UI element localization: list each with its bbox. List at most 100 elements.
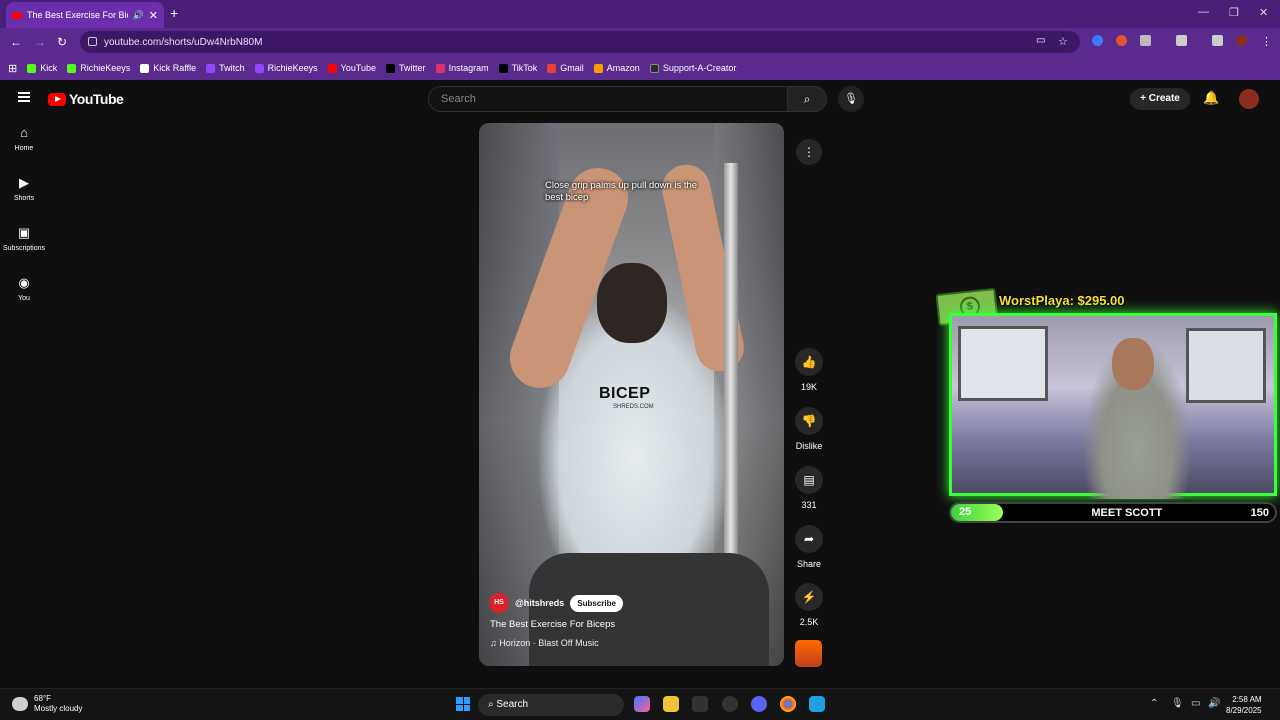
extension-icon[interactable] xyxy=(1116,35,1127,46)
shorts-icon: ▶ xyxy=(19,175,29,190)
channel-handle[interactable]: @hitshreds xyxy=(515,598,564,608)
sidebar-item-subscriptions[interactable]: ▣ Subscriptions xyxy=(0,225,48,275)
voice-search-button[interactable]: 🎙 xyxy=(838,86,864,112)
account-avatar[interactable] xyxy=(1239,89,1259,109)
tray-overflow-icon[interactable]: ⌃ xyxy=(1150,698,1158,709)
bookmark-item[interactable]: Twitch xyxy=(206,63,245,73)
dislike-button[interactable]: 👎 Dislike xyxy=(788,407,830,451)
remix-button[interactable]: ⚡ 2.5K xyxy=(788,583,830,627)
chrome-icon[interactable] xyxy=(780,696,796,712)
subscribe-button[interactable]: Subscribe xyxy=(570,594,623,612)
mini-guide-sidebar: ⌂ Home ▶ Shorts ▣ Subscriptions ◉ You xyxy=(0,125,48,325)
new-tab-button[interactable]: + xyxy=(170,5,178,21)
like-button[interactable]: 👍 19K xyxy=(788,348,830,392)
epic-games-icon xyxy=(649,63,659,73)
bookmark-item[interactable]: Amazon xyxy=(593,63,640,73)
youtube-favicon-icon xyxy=(12,11,22,19)
minimize-icon[interactable]: — xyxy=(1198,6,1209,18)
close-window-icon[interactable]: ✕ xyxy=(1259,6,1268,19)
reload-icon[interactable]: ↻ xyxy=(57,35,67,49)
youtube-icon xyxy=(327,63,337,73)
cast-icon[interactable]: ▭ xyxy=(1036,35,1045,46)
sidebar-item-you[interactable]: ◉ You xyxy=(0,275,48,325)
comment-icon: ▤ xyxy=(795,466,823,494)
bookmark-star-icon[interactable]: ☆ xyxy=(1058,35,1068,48)
notifications-bell-icon[interactable]: 🔔 xyxy=(1203,90,1219,106)
webcam-feed xyxy=(949,313,1277,499)
browser-tab-bar: The Best Exercise For Biceps 🔊 ✕ + — ❐ ✕ xyxy=(0,0,1280,28)
file-explorer-icon[interactable] xyxy=(663,696,679,712)
audio-source-thumbnail[interactable] xyxy=(795,640,822,667)
bookmark-item[interactable]: TikTok xyxy=(498,63,537,73)
goal-current: 25 xyxy=(951,504,1003,521)
browser-menu-icon[interactable]: ⋮ xyxy=(1261,35,1272,48)
volume-icon[interactable]: 🔊 xyxy=(1208,698,1220,709)
channel-avatar[interactable]: HS xyxy=(489,593,509,613)
tab-close-icon[interactable]: ✕ xyxy=(149,9,158,22)
twitch-icon xyxy=(206,63,216,73)
sidebar-item-shorts[interactable]: ▶ Shorts xyxy=(0,175,48,225)
goal-label: MEET SCOTT xyxy=(1091,506,1163,519)
side-panel-icon[interactable] xyxy=(1176,35,1187,46)
discord-icon[interactable] xyxy=(751,696,767,712)
microphone-tray-icon[interactable]: 🎙 xyxy=(1171,698,1184,709)
home-icon: ⌂ xyxy=(20,125,28,140)
bookmark-item[interactable]: Instagram xyxy=(435,63,489,73)
bookmark-item[interactable]: Gmail xyxy=(547,63,584,73)
extensions-puzzle-icon[interactable] xyxy=(1140,35,1151,46)
site-info-icon[interactable] xyxy=(88,37,97,46)
share-button[interactable]: ➦ Share xyxy=(788,525,830,569)
extension-icon[interactable] xyxy=(1092,35,1103,46)
bookmark-item[interactable]: RichieKeeys xyxy=(67,63,130,73)
xbox-icon[interactable] xyxy=(692,696,708,712)
apps-grid-icon[interactable]: ⊞ xyxy=(8,62,17,75)
youtube-header: YouTube Search ⌕ 🎙 + Create 🔔 xyxy=(0,80,1280,120)
sidebar-item-home[interactable]: ⌂ Home xyxy=(0,125,48,175)
bookmark-item[interactable]: RichieKeeys xyxy=(254,63,318,73)
video-caption: Close grip palms up pull down is the bes… xyxy=(545,180,698,203)
search-icon: ⌕ xyxy=(803,92,811,106)
x-twitter-icon xyxy=(386,63,396,73)
bookmark-item[interactable]: Kick Raffle xyxy=(140,63,196,73)
music-track[interactable]: ♫ Horizon · Blast Off Music xyxy=(490,638,599,648)
media-control-icon[interactable] xyxy=(1212,35,1223,46)
goal-target: 150 xyxy=(1250,506,1269,519)
address-bar-row: ← → ↻ youtube.com/shorts/uDw4NrbN80M ▭ ☆ xyxy=(0,28,1280,56)
tab-title: The Best Exercise For Biceps xyxy=(27,10,128,20)
youtube-logo[interactable]: YouTube xyxy=(48,91,124,107)
comments-button[interactable]: ▤ 331 xyxy=(788,466,830,510)
donation-alert: WorstPlaya: $295.00 xyxy=(999,293,1125,308)
kick-icon xyxy=(67,63,77,73)
search-button[interactable]: ⌕ xyxy=(787,86,827,112)
back-icon[interactable]: ← xyxy=(10,35,22,49)
restore-icon[interactable]: ❐ xyxy=(1229,6,1239,19)
browser-tab[interactable]: The Best Exercise For Biceps 🔊 ✕ xyxy=(6,2,164,28)
more-options-button[interactable]: ⋮ xyxy=(796,139,822,165)
bookmark-item[interactable]: YouTube xyxy=(327,63,376,73)
create-button[interactable]: + Create xyxy=(1130,88,1190,110)
copilot-icon[interactable] xyxy=(634,696,650,712)
obs-icon[interactable] xyxy=(722,696,738,712)
cloud-icon xyxy=(12,697,28,711)
app-icon[interactable] xyxy=(809,696,825,712)
short-video-player[interactable]: Close grip palms up pull down is the bes… xyxy=(479,123,784,666)
clock[interactable]: 2:58 AM 8/29/2025 xyxy=(1226,694,1262,716)
menu-hamburger-icon[interactable] xyxy=(18,92,30,102)
video-title[interactable]: The Best Exercise For Biceps xyxy=(490,619,615,630)
bookmark-item[interactable]: Twitter xyxy=(386,63,426,73)
audio-playing-icon[interactable]: 🔊 xyxy=(133,10,144,21)
forward-icon[interactable]: → xyxy=(34,35,46,49)
share-icon: ➦ xyxy=(795,525,823,553)
weather-widget[interactable]: 68°F Mostly cloudy xyxy=(12,694,82,714)
bookmark-item[interactable]: Kick xyxy=(27,63,57,73)
bookmark-item[interactable]: Support-A-Creator xyxy=(649,63,736,73)
network-icon[interactable]: ▭ xyxy=(1191,698,1200,709)
profile-avatar[interactable] xyxy=(1236,35,1247,46)
url-field[interactable]: youtube.com/shorts/uDw4NrbN80M xyxy=(80,31,1080,53)
instagram-icon xyxy=(435,63,445,73)
you-icon: ◉ xyxy=(18,275,30,290)
windows-start-icon[interactable] xyxy=(456,697,470,711)
subscriptions-icon: ▣ xyxy=(17,225,31,240)
search-input[interactable]: Search xyxy=(428,86,788,112)
taskbar-search[interactable]: ⌕ Search xyxy=(478,694,624,716)
